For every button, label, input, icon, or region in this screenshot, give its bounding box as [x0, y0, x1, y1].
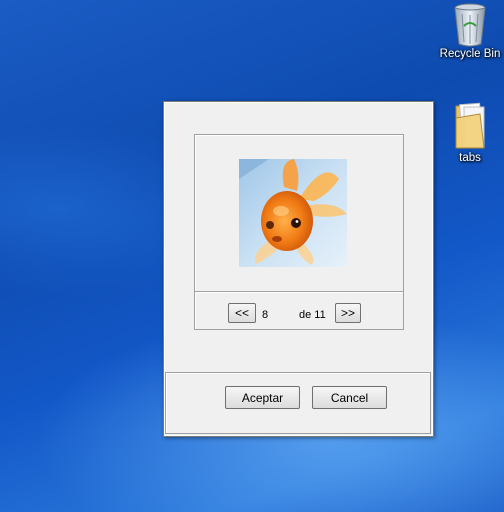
tabs-folder-label: tabs [459, 152, 481, 164]
image-viewer-dialog: << 8 de 11 >> Aceptar Cancel [163, 101, 434, 437]
goldfish-picture [239, 159, 347, 267]
cancel-button[interactable]: Cancel [312, 386, 387, 409]
image-panel: << 8 de 11 >> [194, 134, 404, 330]
nav-separator [195, 291, 403, 293]
recycle-bin-icon [454, 3, 486, 47]
recycle-bin-desktop-icon[interactable]: Recycle Bin [436, 0, 504, 60]
accept-button[interactable]: Aceptar [225, 386, 300, 409]
folder-icon [455, 102, 485, 149]
image-total-count: de 11 [299, 309, 326, 321]
goldfish-image [239, 159, 347, 267]
next-image-button[interactable]: >> [335, 303, 361, 323]
recycle-bin-label: Recycle Bin [439, 48, 501, 60]
previous-image-button[interactable]: << [228, 303, 256, 323]
current-image-number: 8 [262, 309, 269, 321]
dialog-button-panel: Aceptar Cancel [165, 372, 431, 434]
tabs-folder-desktop-icon[interactable]: tabs [436, 100, 504, 164]
